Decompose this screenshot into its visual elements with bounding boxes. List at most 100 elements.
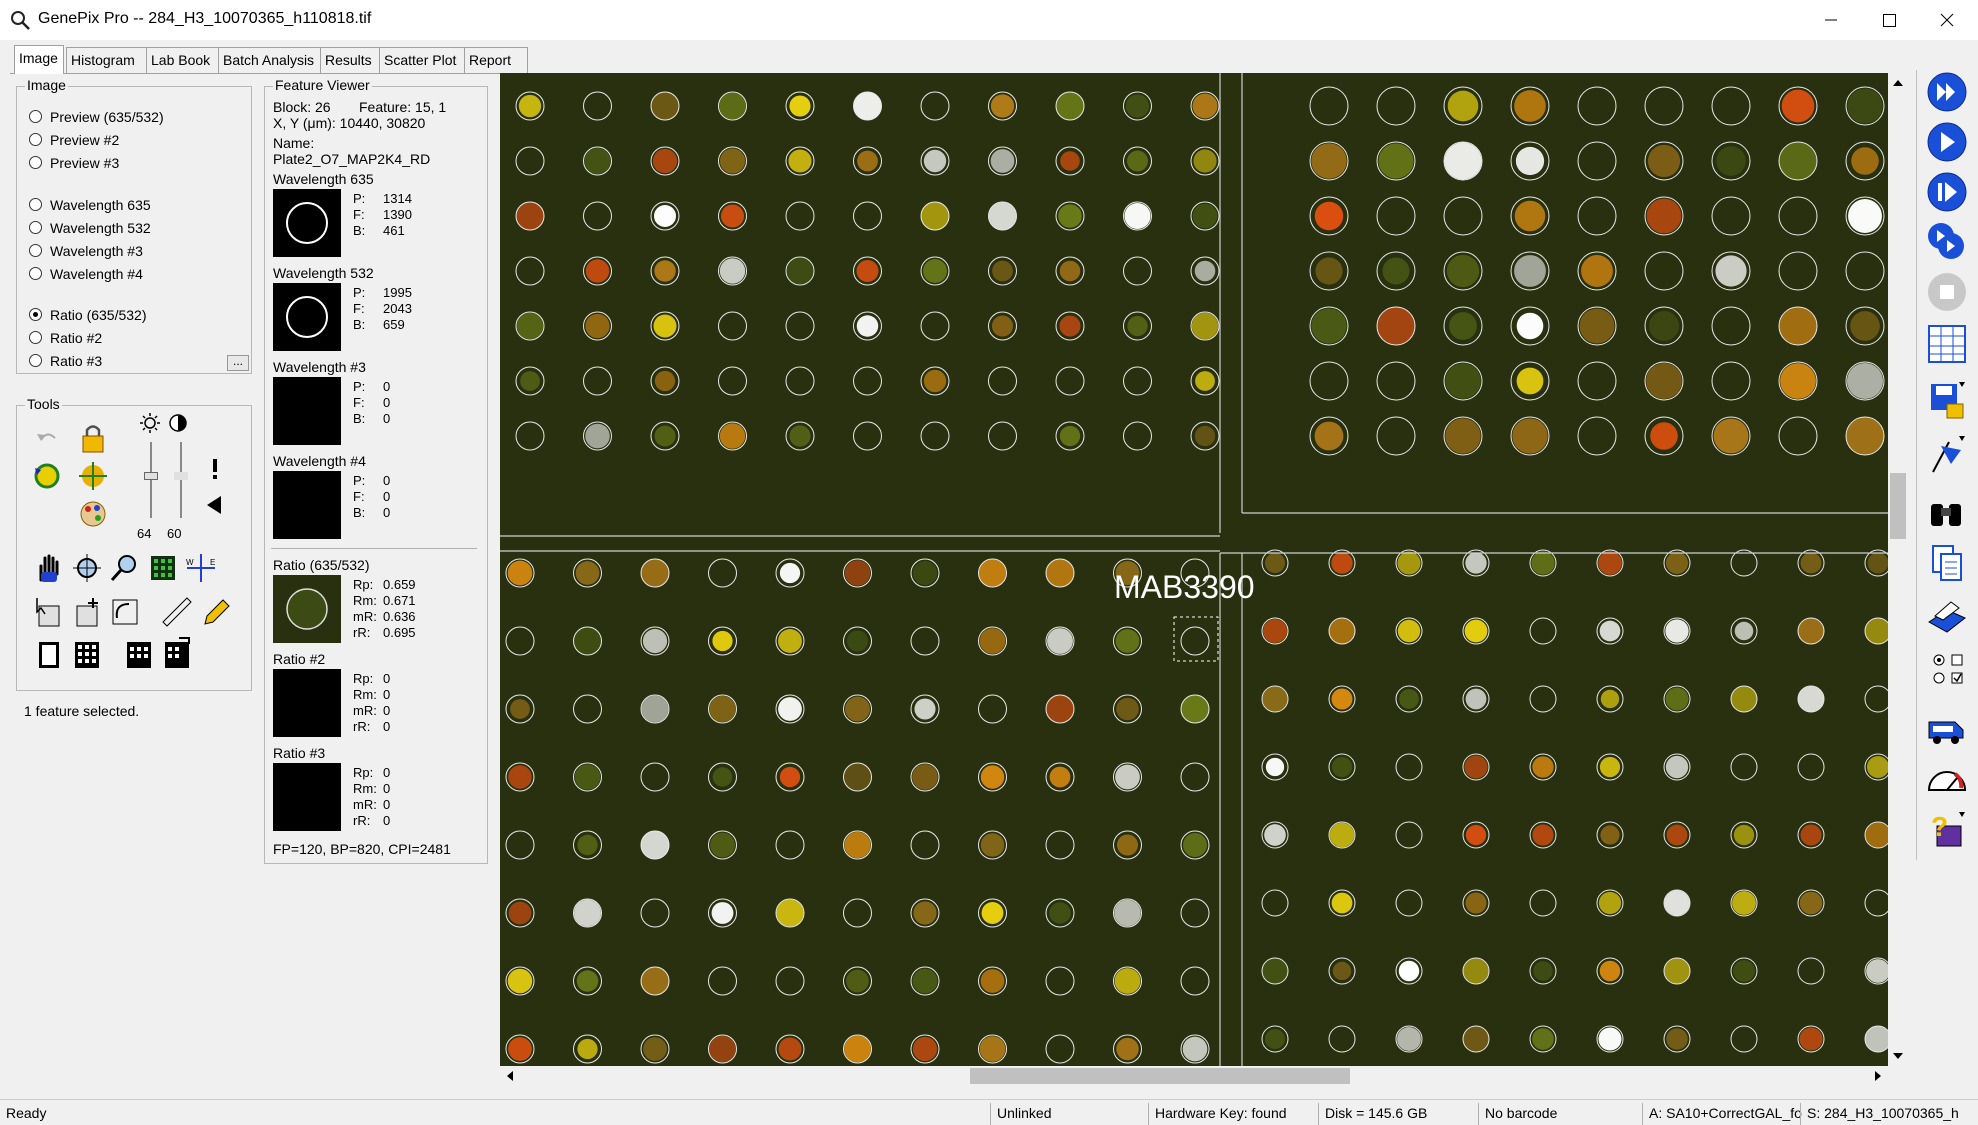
select-block-button[interactable] (31, 594, 67, 630)
spot-feature[interactable] (515, 421, 545, 451)
spot-feature[interactable] (988, 91, 1017, 121)
spot-feature[interactable] (1328, 889, 1356, 917)
spot-feature[interactable] (1309, 196, 1349, 236)
spot-feature[interactable] (1864, 957, 1888, 985)
spot-feature[interactable] (775, 898, 805, 928)
spot-feature[interactable] (1510, 196, 1550, 236)
spot-feature[interactable] (708, 626, 737, 656)
spot-feature[interactable] (843, 966, 872, 996)
spot-feature[interactable] (910, 762, 940, 792)
spot-feature[interactable] (1730, 617, 1758, 645)
spot-feature[interactable] (1529, 957, 1557, 985)
image-option-radio[interactable]: Wavelength #3 (29, 243, 143, 263)
spot-feature[interactable] (1711, 141, 1751, 181)
spot-feature[interactable] (853, 366, 882, 396)
radio-button-icon[interactable] (29, 110, 42, 123)
ruler-button[interactable] (159, 594, 195, 630)
spot-feature[interactable] (1596, 1025, 1624, 1053)
spot-feature[interactable] (1328, 617, 1356, 645)
scroll-down-icon[interactable] (1888, 1046, 1908, 1066)
spot-feature[interactable] (1778, 86, 1818, 126)
spot-feature[interactable] (988, 256, 1017, 286)
flag-button[interactable] (1925, 432, 1969, 476)
zoom-tool-button[interactable] (69, 550, 105, 586)
spot-feature[interactable] (1663, 957, 1691, 985)
spot-feature[interactable] (1309, 306, 1349, 346)
spot-feature[interactable] (1045, 762, 1075, 792)
spot-feature[interactable] (1797, 753, 1825, 781)
spot-feature[interactable] (853, 146, 882, 176)
spot-feature[interactable] (1113, 898, 1142, 928)
spot-feature[interactable] (1376, 196, 1416, 236)
spot-feature[interactable] (573, 558, 602, 588)
spot-feature[interactable] (978, 558, 1007, 588)
spot-feature[interactable] (853, 201, 882, 231)
spot-feature[interactable] (1730, 889, 1758, 917)
image-option-radio[interactable]: Wavelength 532 (29, 220, 151, 240)
spot-feature[interactable] (775, 558, 805, 588)
spot-feature[interactable] (910, 558, 940, 588)
tab-report[interactable]: Report (464, 47, 528, 73)
spot-feature[interactable] (978, 966, 1007, 996)
spot-feature[interactable] (515, 366, 545, 396)
spot-feature[interactable] (910, 626, 940, 656)
spot-feature[interactable] (1529, 889, 1557, 917)
spot-feature[interactable] (1045, 694, 1075, 724)
spot-feature[interactable] (785, 421, 815, 451)
spot-feature[interactable] (573, 1034, 602, 1064)
single-scan-button[interactable] (1925, 170, 1969, 214)
spot-feature[interactable] (1123, 311, 1152, 341)
spot-feature[interactable] (785, 311, 815, 341)
spot-feature[interactable] (775, 1034, 805, 1064)
spot-feature[interactable] (910, 694, 940, 724)
array-view-button[interactable] (121, 636, 157, 672)
spot-feature[interactable] (1845, 251, 1885, 291)
spot-feature[interactable] (1845, 141, 1885, 181)
spot-feature[interactable] (573, 762, 602, 792)
spot-feature[interactable] (1190, 256, 1220, 286)
spot-feature[interactable] (1443, 141, 1483, 181)
spot-feature[interactable] (1663, 685, 1691, 713)
spot-feature[interactable] (843, 694, 872, 724)
spot-feature[interactable] (515, 91, 545, 121)
spot-feature[interactable] (1309, 86, 1349, 126)
spot-feature[interactable] (640, 762, 670, 792)
spot-feature[interactable] (1328, 821, 1356, 849)
spot-feature[interactable] (1462, 753, 1490, 781)
radio-button-icon[interactable] (29, 308, 42, 321)
spot-feature[interactable] (978, 1034, 1007, 1064)
spot-feature[interactable] (650, 366, 680, 396)
spot-feature[interactable] (640, 1034, 670, 1064)
spot-feature[interactable] (853, 256, 882, 286)
spot-feature[interactable] (1730, 1025, 1758, 1053)
spot-feature[interactable] (1644, 141, 1684, 181)
radio-button-icon[interactable] (29, 133, 42, 146)
spot-feature[interactable] (1778, 361, 1818, 401)
stop-scan-button[interactable] (1925, 270, 1969, 314)
spot-feature[interactable] (1055, 421, 1085, 451)
spot-feature[interactable] (775, 626, 805, 656)
tab-image[interactable]: Image (14, 45, 64, 74)
feature-view-button[interactable] (31, 636, 67, 672)
spot-feature[interactable] (1190, 91, 1220, 121)
spot-feature[interactable] (1797, 821, 1825, 849)
spot-feature[interactable] (650, 146, 680, 176)
spot-feature[interactable] (1596, 549, 1624, 577)
spot-feature[interactable] (1190, 146, 1220, 176)
spot-feature[interactable] (1261, 685, 1289, 713)
radio-button-icon[interactable] (29, 198, 42, 211)
spot-feature[interactable] (1778, 141, 1818, 181)
spot-feature[interactable] (1113, 694, 1142, 724)
spot-feature[interactable] (1730, 753, 1758, 781)
spot-feature[interactable] (1577, 141, 1617, 181)
spot-feature[interactable] (1180, 762, 1210, 792)
spot-feature[interactable] (1123, 366, 1152, 396)
spot-feature[interactable] (910, 830, 940, 860)
spot-feature[interactable] (640, 898, 670, 928)
spot-feature[interactable] (1261, 753, 1289, 781)
spot-feature[interactable] (1309, 251, 1349, 291)
spot-feature[interactable] (505, 830, 535, 860)
spot-feature[interactable] (583, 256, 612, 286)
spot-feature[interactable] (1376, 361, 1416, 401)
rotate-button[interactable] (29, 458, 65, 494)
